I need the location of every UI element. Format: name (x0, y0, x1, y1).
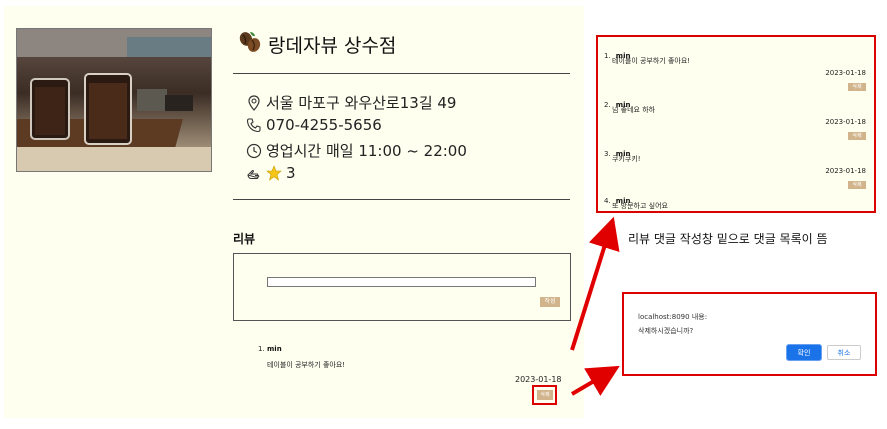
review-form (233, 253, 571, 321)
comment-list-panel: 1. min 테이블이 공부하기 좋아요! 2023-01-18 삭제 2. m… (596, 35, 876, 213)
write-review-button[interactable]: 작성 (540, 297, 560, 307)
divider (233, 199, 570, 200)
annotation-note: 리뷰 댓글 작성창 밑으로 댓글 목록이 뜸 (628, 232, 828, 246)
hand-icon (246, 165, 262, 181)
confirm-dialog: localhost:8090 내용: 삭제하시겠습니까? 확인 취소 (622, 292, 877, 376)
hours-text: 영업시간 매일 11:00 ~ 22:00 (266, 142, 467, 160)
confirm-ok-button[interactable]: 확인 (787, 345, 821, 360)
review-heading: 리뷰 (233, 232, 256, 246)
address-text: 서울 마포구 와우산로13길 49 (266, 94, 457, 112)
comment-date: 2023-01-18 (825, 167, 866, 175)
phone-text: 070-4255-5656 (266, 116, 382, 134)
dialog-message: 삭제하시겠습니까? (638, 327, 694, 335)
store-address: 서울 마포구 와우산로13길 49 (246, 92, 456, 113)
clock-icon (246, 143, 262, 159)
comment-date: 2023-01-18 (515, 375, 562, 384)
map-pin-icon (246, 94, 262, 111)
comment-number: 1. (258, 345, 265, 353)
delete-comment-button[interactable]: 삭제 (537, 390, 553, 400)
comment-text: 테이블이 공부하기 좋아요! (267, 361, 346, 369)
delete-comment-button[interactable]: 삭제 (848, 132, 866, 140)
comment-number: 3. (604, 150, 611, 158)
store-name: 랑데자뷰 상수점 (268, 35, 397, 57)
list-item: 3. min (604, 141, 868, 160)
review-input[interactable] (267, 277, 536, 287)
star-icon (266, 165, 282, 181)
comment-text: 쿠키쿠키! (612, 155, 641, 163)
phone-icon (246, 117, 262, 133)
comment-date: 2023-01-18 (825, 69, 866, 77)
divider (233, 73, 570, 74)
store-phone: 070-4255-5656 (246, 116, 382, 134)
coffee-bean-icon (238, 30, 262, 59)
comment-date: 2023-01-18 (825, 118, 866, 126)
delete-comment-button[interactable]: 삭제 (848, 83, 866, 91)
comment-number: 2. (604, 101, 611, 109)
cafe-drinks-image (17, 29, 211, 171)
comment-text: 넘 좋네요 하하 (612, 106, 656, 114)
comment-text: 테이블이 공부하기 좋아요! (612, 57, 691, 65)
comment-author: min (267, 345, 282, 353)
store-rating: 3 (246, 164, 296, 182)
store-hours: 영업시간 매일 11:00 ~ 22:00 (246, 140, 467, 161)
comment-text: 또 방문하고 싶어요 (612, 202, 668, 210)
rating-value: 3 (286, 164, 296, 182)
comment-number: 4. (604, 197, 611, 205)
comment-number: 1. (604, 52, 611, 60)
dialog-title: localhost:8090 내용: (638, 313, 708, 321)
store-photo (16, 28, 212, 172)
store-title: 랑데자뷰 상수점 (238, 30, 396, 59)
confirm-cancel-button[interactable]: 취소 (827, 345, 861, 360)
